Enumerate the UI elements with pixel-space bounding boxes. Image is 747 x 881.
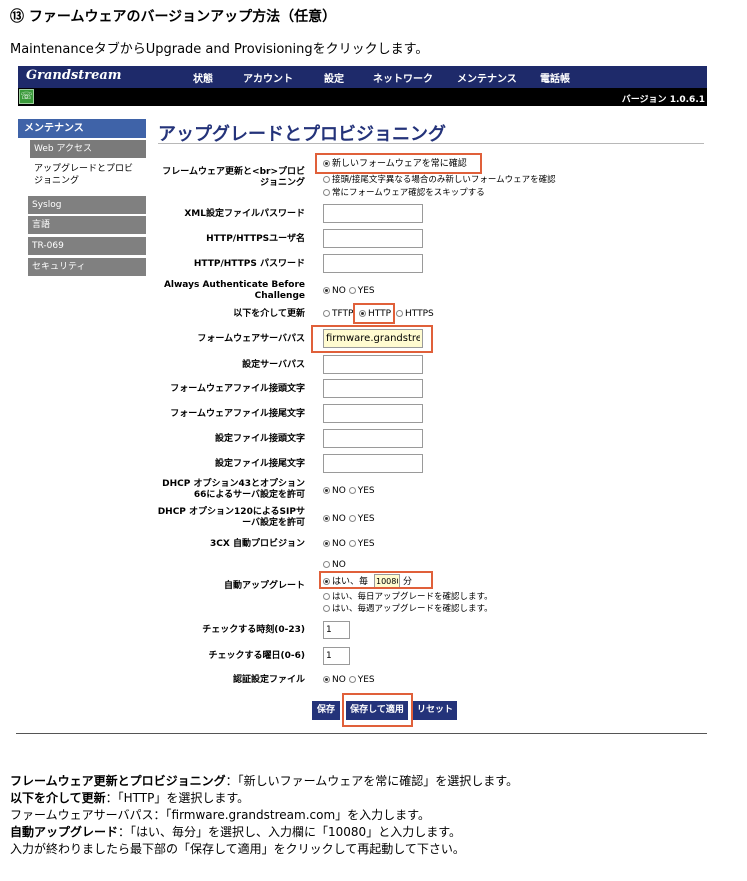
highlight-box xyxy=(342,693,413,727)
radio-yes[interactable] xyxy=(348,515,356,522)
radio[interactable] xyxy=(323,176,330,183)
radio[interactable] xyxy=(323,310,330,317)
title-divider xyxy=(158,143,704,144)
always-auth-radios: NO YES xyxy=(323,286,375,297)
sidebar-item-tr069[interactable]: TR-069 xyxy=(28,237,146,255)
nav-account[interactable]: アカウント xyxy=(243,70,293,85)
auto-upgrade-daily[interactable]: はい、毎日アップグレードを確認します。 xyxy=(323,592,493,603)
doc-subtitle: MaintenanceタブからUpgrade and Provisioningを… xyxy=(10,42,429,57)
dhcp120-label: DHCP オプション120によるSIPサーバ設定を許可 xyxy=(157,507,305,528)
firmware-option-prefix-check[interactable]: 接頭/接尾文字異なる場合のみ新しいフォームウェアを確認 xyxy=(323,175,556,186)
radio[interactable] xyxy=(323,561,330,568)
xml-password-label: XML設定ファイルパスワード xyxy=(184,209,305,219)
radio-no-selected[interactable] xyxy=(323,287,330,294)
check-hour-input[interactable] xyxy=(323,621,350,639)
radio[interactable] xyxy=(323,593,330,600)
radio-no-selected[interactable] xyxy=(323,487,330,494)
upgrade-via-tftp[interactable]: TFTP xyxy=(323,309,353,320)
note-line: ファームウェアサーバパス：「firmware.grandstream.com」を… xyxy=(10,808,430,822)
firmware-upgrade-label: フレームウェア更新と<br>プロビジョニング xyxy=(162,167,305,188)
3cx-label: 3CX 自動プロビジョン xyxy=(210,539,305,549)
radio-yes[interactable] xyxy=(348,540,356,547)
fw-prefix-input[interactable] xyxy=(323,379,423,398)
dhcp43-radios: NO YES xyxy=(323,486,375,497)
nav-settings[interactable]: 設定 xyxy=(324,70,344,85)
check-hour-label: チェックする時刻(0-23) xyxy=(202,625,305,635)
sub-bar xyxy=(18,88,707,106)
radio-no-selected[interactable] xyxy=(323,540,330,547)
upgrade-via-https[interactable]: HTTPS xyxy=(396,309,434,320)
save-button[interactable]: 保存 xyxy=(312,701,340,720)
3cx-radios: NO YES xyxy=(323,539,375,550)
highlight-box xyxy=(311,325,433,353)
fw-postfix-input[interactable] xyxy=(323,404,423,423)
auth-cfg-label: 認証設定ファイル xyxy=(232,675,305,685)
radio-no-selected[interactable] xyxy=(323,676,330,683)
always-auth-label: Always Authenticate Before Challenge xyxy=(163,280,305,301)
http-password-label: HTTP/HTTPS パスワード xyxy=(193,259,305,269)
sidebar-item-web-access[interactable]: Web アクセス xyxy=(30,140,146,158)
radio-yes[interactable] xyxy=(348,287,356,294)
radio[interactable] xyxy=(323,605,330,612)
check-day-label: チェックする曜日(0-6) xyxy=(208,651,306,661)
fw-postfix-label: フォームウェアファイル接尾文字 xyxy=(170,409,305,419)
radio-no-selected[interactable] xyxy=(323,515,330,522)
nav-status[interactable]: 状態 xyxy=(193,70,213,85)
sidebar-item-syslog[interactable]: Syslog xyxy=(28,196,146,214)
config-server-label: 設定サーバパス xyxy=(242,360,305,370)
xml-password-input[interactable] xyxy=(323,204,423,223)
radio-yes[interactable] xyxy=(348,487,356,494)
sidebar-section-maintenance[interactable]: メンテナンス xyxy=(18,119,146,138)
note-line: フレームウェア更新とプロビジョニング：「新しいファームウェアを常に確認」を選択し… xyxy=(10,774,519,788)
radio-yes[interactable] xyxy=(348,676,356,683)
phone-icon: ☏ xyxy=(19,89,34,104)
note-line: 自動アップグレード：「はい、毎分」を選択し、入力欄に「10080」と入力します。 xyxy=(10,825,461,839)
firmware-option-skip[interactable]: 常にフォームウェア確認をスキップする xyxy=(323,188,485,199)
nav-network[interactable]: ネットワーク xyxy=(373,70,433,85)
cfg-prefix-input[interactable] xyxy=(323,429,423,448)
http-user-input[interactable] xyxy=(323,229,423,248)
upgrade-via-label: 以下を介して更新 xyxy=(233,309,305,319)
radio-selected[interactable] xyxy=(323,160,330,167)
nav-phonebook[interactable]: 電話帳 xyxy=(540,70,570,85)
version-label: バージョン 1.0.6.1 xyxy=(621,95,705,105)
http-password-input[interactable] xyxy=(323,254,423,273)
bottom-divider xyxy=(16,733,707,734)
doc-title: ⑬ ファームウェアのバージョンアップ方法（任意） xyxy=(10,9,337,25)
auth-cfg-radios: NO YES xyxy=(323,675,375,686)
cfg-postfix-input[interactable] xyxy=(323,454,423,473)
highlight-box xyxy=(319,571,433,589)
highlight-box xyxy=(353,303,395,324)
config-server-input[interactable] xyxy=(323,355,423,374)
cfg-postfix-label: 設定ファイル接尾文字 xyxy=(214,459,305,469)
nav-maintenance[interactable]: メンテナンス xyxy=(457,70,517,85)
fw-server-label: フォームウェアサーバパス xyxy=(197,334,305,344)
cfg-prefix-label: 設定ファイル接頭文字 xyxy=(214,434,305,444)
auto-upgrade-weekly[interactable]: はい、毎週アップグレードを確認します。 xyxy=(323,604,493,615)
auto-upgrade-label: 自動アップグレート xyxy=(223,581,305,591)
sidebar-item-security[interactable]: セキュリティ xyxy=(28,258,146,276)
auto-upgrade-no[interactable]: NO xyxy=(323,560,346,571)
http-user-label: HTTP/HTTPSユーザ名 xyxy=(206,234,305,244)
dhcp120-radios: NO YES xyxy=(323,514,375,525)
logo: Grandstream xyxy=(26,68,122,83)
reset-button[interactable]: リセット xyxy=(413,701,457,720)
dhcp43-label: DHCP オプション43とオプション66によるサーバ設定を許可 xyxy=(162,479,305,500)
note-line: 入力が終わりましたら最下部の「保存して適用」をクリックして再起動して下さい。 xyxy=(10,842,465,856)
sidebar-item-language[interactable]: 言語 xyxy=(28,216,146,234)
fw-prefix-label: フォームウェアファイル接頭文字 xyxy=(170,384,305,394)
radio[interactable] xyxy=(396,310,403,317)
note-line: 以下を介して更新：「HTTP」を選択します。 xyxy=(10,791,250,805)
radio[interactable] xyxy=(323,189,330,196)
firmware-option-always-check[interactable]: 新しいフォームウェアを常に確認 xyxy=(323,159,467,170)
check-day-input[interactable] xyxy=(323,647,350,665)
sidebar-item-upgrade[interactable]: アップグレードとプロビジョニング xyxy=(30,163,134,187)
